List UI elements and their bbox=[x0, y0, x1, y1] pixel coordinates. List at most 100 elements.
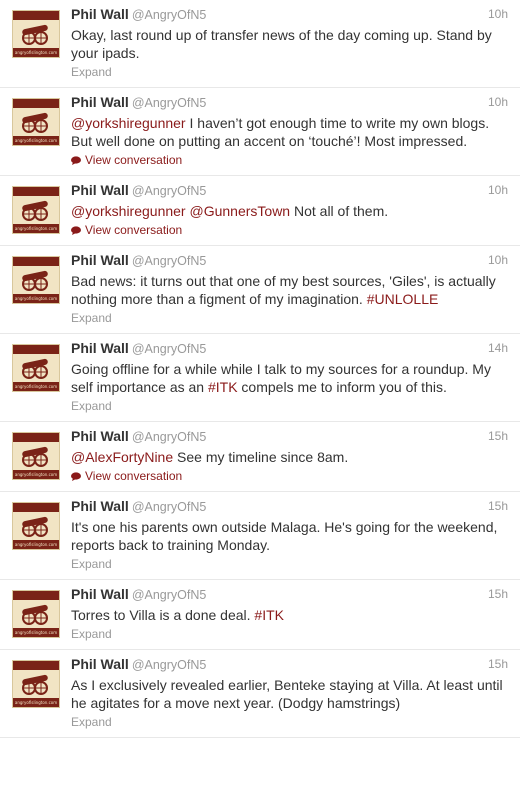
view-conversation-label: View conversation bbox=[85, 223, 183, 237]
author-name[interactable]: Phil Wall bbox=[71, 182, 129, 198]
view-conversation-link[interactable]: View conversation bbox=[71, 223, 508, 245]
tweet-item[interactable]: angryofislington.com Phil Wall @AngryOfN5 1… bbox=[0, 334, 520, 422]
author-handle[interactable]: @AngryOfN5 bbox=[132, 184, 207, 198]
tweet-content: Phil Wall @AngryOfN5 10h @yorkshiregunner @… bbox=[71, 182, 508, 245]
avatar[interactable]: angryofislington.com bbox=[12, 186, 60, 234]
tweet-text: Torres to Villa is a done deal. #ITK bbox=[71, 606, 508, 624]
avatar[interactable]: angryofislington.com bbox=[12, 98, 60, 146]
tweet-text: Going offline for a while while I talk t… bbox=[71, 360, 508, 396]
tweet-timestamp[interactable]: 10h bbox=[488, 183, 508, 197]
avatar-band bbox=[13, 257, 59, 266]
mention-link[interactable]: @yorkshiregunner bbox=[71, 115, 186, 131]
mention-link[interactable]: @yorkshiregunner bbox=[71, 203, 186, 219]
view-conversation-link[interactable]: View conversation bbox=[71, 153, 508, 175]
tweet-content: Phil Wall @AngryOfN5 15h It's one his paren… bbox=[71, 498, 508, 579]
author-name[interactable]: Phil Wall bbox=[71, 656, 129, 672]
author-handle[interactable]: @AngryOfN5 bbox=[132, 8, 207, 22]
tweet-timestamp[interactable]: 15h bbox=[488, 499, 508, 513]
tweet-item[interactable]: angryofislington.com Phil Wall @AngryOfN5 1… bbox=[0, 246, 520, 334]
author-name[interactable]: Phil Wall bbox=[71, 340, 129, 356]
mention-link[interactable]: @AlexFortyNine bbox=[71, 449, 173, 465]
tweet-content: Phil Wall @AngryOfN5 10h Okay, last round u… bbox=[71, 6, 508, 87]
avatar[interactable]: angryofislington.com bbox=[12, 344, 60, 392]
tweet-timestamp[interactable]: 14h bbox=[488, 341, 508, 355]
tweet-header: Phil Wall @AngryOfN5 15h bbox=[71, 498, 508, 518]
author-name[interactable]: Phil Wall bbox=[71, 252, 129, 268]
hashtag-link[interactable]: #ITK bbox=[208, 379, 238, 395]
expand-link[interactable]: Expand bbox=[71, 65, 508, 87]
author-handle[interactable]: @AngryOfN5 bbox=[132, 254, 207, 268]
author-name[interactable]: Phil Wall bbox=[71, 428, 129, 444]
tweet-header: Phil Wall @AngryOfN5 15h bbox=[71, 656, 508, 676]
avatar[interactable]: angryofislington.com bbox=[12, 660, 60, 708]
tweet-item[interactable]: angryofislington.com Phil Wall @AngryOfN5 1… bbox=[0, 88, 520, 176]
author-name[interactable]: Phil Wall bbox=[71, 6, 129, 22]
avatar[interactable]: angryofislington.com bbox=[12, 10, 60, 58]
cannon-icon bbox=[22, 604, 48, 625]
conversation-bubble-icon bbox=[71, 225, 81, 235]
author-handle[interactable]: @AngryOfN5 bbox=[132, 430, 207, 444]
avatar-band bbox=[13, 661, 59, 670]
tweet-text-segment: Okay, last round up of transfer news of … bbox=[71, 27, 492, 61]
author-handle[interactable]: @AngryOfN5 bbox=[132, 96, 207, 110]
author-name[interactable]: Phil Wall bbox=[71, 586, 129, 602]
author-name[interactable]: Phil Wall bbox=[71, 498, 129, 514]
tweet-text-segment: As I exclusively revealed earlier, Bente… bbox=[71, 677, 503, 711]
tweet-header: Phil Wall @AngryOfN5 10h bbox=[71, 94, 508, 114]
tweet-item[interactable]: angryofislington.com Phil Wall @AngryOfN5 1… bbox=[0, 492, 520, 580]
avatar-band bbox=[13, 99, 59, 108]
cannon-icon bbox=[22, 270, 48, 291]
tweet-text-segment: See my timeline since 8am. bbox=[173, 449, 349, 465]
avatar[interactable]: angryofislington.com bbox=[12, 590, 60, 638]
tweet-timeline: angryofislington.com Phil Wall @AngryOfN5 1… bbox=[0, 0, 520, 738]
expand-link[interactable]: Expand bbox=[71, 715, 508, 737]
tweet-timestamp[interactable]: 15h bbox=[488, 429, 508, 443]
avatar-band bbox=[13, 187, 59, 196]
author-handle[interactable]: @AngryOfN5 bbox=[132, 658, 207, 672]
tweet-timestamp[interactable]: 10h bbox=[488, 7, 508, 21]
avatar-site-text: angryofislington.com bbox=[14, 384, 58, 389]
view-conversation-link[interactable]: View conversation bbox=[71, 469, 508, 491]
tweet-item[interactable]: angryofislington.com Phil Wall @AngryOfN5 1… bbox=[0, 580, 520, 650]
cannon-icon bbox=[22, 112, 48, 133]
cannon-icon bbox=[22, 516, 48, 537]
avatar-site-text: angryofislington.com bbox=[14, 630, 58, 635]
cannon-icon bbox=[22, 358, 48, 379]
author-handle[interactable]: @AngryOfN5 bbox=[132, 500, 207, 514]
tweet-text: Bad news: it turns out that one of my be… bbox=[71, 272, 508, 308]
author-handle[interactable]: @AngryOfN5 bbox=[132, 588, 207, 602]
expand-link[interactable]: Expand bbox=[71, 627, 508, 649]
author-handle[interactable]: @AngryOfN5 bbox=[132, 342, 207, 356]
cannon-icon bbox=[22, 446, 48, 467]
expand-link[interactable]: Expand bbox=[71, 557, 508, 579]
tweet-text: @yorkshiregunner I haven’t got enough ti… bbox=[71, 114, 508, 150]
tweet-text-segment: It's one his parents own outside Malaga.… bbox=[71, 519, 498, 553]
tweet-timestamp[interactable]: 15h bbox=[488, 657, 508, 671]
avatar-site-text: angryofislington.com bbox=[14, 472, 58, 477]
avatar[interactable]: angryofislington.com bbox=[12, 256, 60, 304]
tweet-text: As I exclusively revealed earlier, Bente… bbox=[71, 676, 508, 712]
tweet-timestamp[interactable]: 10h bbox=[488, 95, 508, 109]
tweet-content: Phil Wall @AngryOfN5 10h Bad news: it turns… bbox=[71, 252, 508, 333]
tweet-timestamp[interactable]: 10h bbox=[488, 253, 508, 267]
hashtag-link[interactable]: #ITK bbox=[254, 607, 284, 623]
expand-link[interactable]: Expand bbox=[71, 399, 508, 421]
tweet-item[interactable]: angryofislington.com Phil Wall @AngryOfN5 1… bbox=[0, 0, 520, 88]
tweet-item[interactable]: angryofislington.com Phil Wall @AngryOfN5 1… bbox=[0, 650, 520, 738]
author-name[interactable]: Phil Wall bbox=[71, 94, 129, 110]
tweet-content: Phil Wall @AngryOfN5 15h Torres to Villa is… bbox=[71, 586, 508, 649]
mention-link[interactable]: @GunnersTown bbox=[190, 203, 291, 219]
avatar-band bbox=[13, 11, 59, 20]
avatar-site-text: angryofislington.com bbox=[14, 296, 58, 301]
avatar[interactable]: angryofislington.com bbox=[12, 432, 60, 480]
expand-link[interactable]: Expand bbox=[71, 311, 508, 333]
tweet-item[interactable]: angryofislington.com Phil Wall @AngryOfN5 1… bbox=[0, 176, 520, 246]
tweet-text: Okay, last round up of transfer news of … bbox=[71, 26, 508, 62]
avatar[interactable]: angryofislington.com bbox=[12, 502, 60, 550]
tweet-timestamp[interactable]: 15h bbox=[488, 587, 508, 601]
hashtag-link[interactable]: #UNLOLLE bbox=[367, 291, 439, 307]
tweet-item[interactable]: angryofislington.com Phil Wall @AngryOfN5 1… bbox=[0, 422, 520, 492]
avatar-site-text: angryofislington.com bbox=[14, 542, 58, 547]
tweet-content: Phil Wall @AngryOfN5 15h @AlexFortyNine See… bbox=[71, 428, 508, 491]
conversation-bubble-icon bbox=[71, 155, 81, 165]
